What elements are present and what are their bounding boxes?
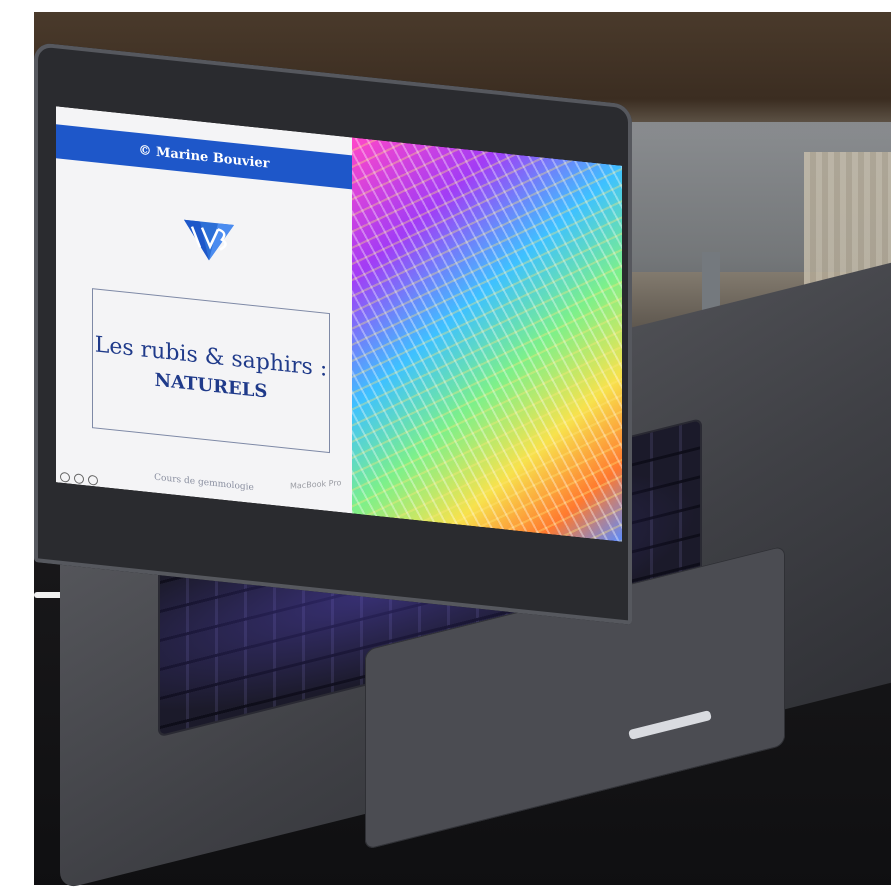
slide-title-panel: © Marine Bouvier Les rubis & saphirs : N… <box>56 106 352 514</box>
toolbar-circle-icon <box>74 473 84 485</box>
slide-title-box: Les rubis & saphirs : NATURELS <box>92 288 330 454</box>
toolbar-circle-icon <box>60 471 70 483</box>
laptop-lid: © Marine Bouvier Les rubis & saphirs : N… <box>34 42 632 625</box>
slide-gem-texture-image <box>352 137 622 542</box>
laptop-screen: © Marine Bouvier Les rubis & saphirs : N… <box>56 106 622 542</box>
toolbar-circle-icon <box>88 474 98 486</box>
gem-logo-icon <box>184 219 234 261</box>
slide-title-line2: NATURELS <box>154 369 268 403</box>
slide-title-line1: Les rubis & saphirs : <box>94 332 328 382</box>
slide-banner: © Marine Bouvier <box>56 124 352 190</box>
